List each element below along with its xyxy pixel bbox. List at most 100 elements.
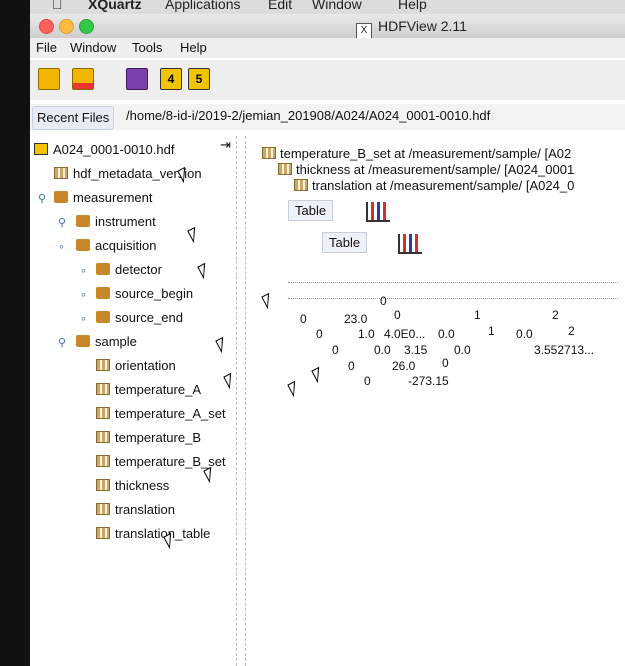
- pane-splitter[interactable]: [236, 136, 246, 666]
- expand-toggle-icon[interactable]: ⚲: [58, 336, 66, 349]
- tree-node[interactable]: translation_table: [96, 526, 210, 544]
- close-window-button[interactable]: [39, 19, 54, 34]
- table-cell[interactable]: 1.0: [358, 327, 375, 341]
- table-menu-tab[interactable]: Table: [322, 232, 368, 253]
- dataset-icon: [96, 407, 110, 419]
- collapse-toggle-icon[interactable]: ∘: [80, 264, 87, 277]
- table-cell[interactable]: -273.15: [408, 374, 449, 388]
- table-cell[interactable]: 0: [300, 312, 307, 326]
- tree-node[interactable]: temperature_A: [96, 382, 201, 400]
- os-menu-applications[interactable]: Applications: [165, 0, 241, 12]
- user-guide-5-icon[interactable]: 5: [188, 68, 210, 90]
- expand-toggle-icon[interactable]: ⚲: [58, 216, 66, 229]
- recent-files-button[interactable]: Recent Files: [32, 106, 115, 130]
- table-cell[interactable]: 0: [394, 308, 401, 322]
- frame-title[interactable]: thickness at /measurement/sample/ [A024_…: [278, 162, 575, 177]
- table-cell[interactable]: 0: [380, 294, 387, 308]
- dataset-icon: [96, 359, 110, 371]
- table-cell[interactable]: 0.0: [438, 327, 455, 341]
- open-file-icon[interactable]: [38, 68, 60, 90]
- app-menubar: File Window Tools Help: [30, 38, 625, 58]
- table-cell[interactable]: 0.0: [374, 343, 391, 357]
- frame-title[interactable]: temperature_B_set at /measurement/sample…: [262, 146, 572, 161]
- table-cell[interactable]: 1: [488, 324, 495, 338]
- window-titlebar: X HDFView 2.11: [30, 14, 625, 39]
- table-cell[interactable]: 2: [552, 308, 559, 322]
- frame-title[interactable]: translation at /measurement/sample/ [A02…: [294, 178, 575, 193]
- dataset-icon: [278, 163, 292, 175]
- zoom-window-button[interactable]: [79, 19, 94, 34]
- expand-toggle-icon[interactable]: ⚲: [38, 192, 46, 205]
- content-area: temperature_B_set at /measurement/sample…: [248, 136, 625, 666]
- tree-node[interactable]: source_end: [96, 310, 183, 328]
- folder-icon: [96, 311, 110, 323]
- table-cell[interactable]: 23.0: [344, 312, 367, 326]
- os-menu-help[interactable]: Help: [398, 0, 427, 12]
- tree-node[interactable]: detector: [96, 262, 162, 280]
- collapse-toggle-icon[interactable]: ∘: [80, 288, 87, 301]
- tree-node-label: source_end: [115, 310, 183, 325]
- collapse-panel-arrow-icon[interactable]: ⇥: [220, 137, 231, 153]
- menu-file[interactable]: File: [36, 40, 57, 55]
- table-gridline: [288, 282, 618, 283]
- tree-node[interactable]: acquisition: [76, 238, 156, 256]
- tree-node-label: temperature_A: [115, 382, 201, 397]
- open-folder-icon[interactable]: [72, 68, 94, 90]
- menu-help[interactable]: Help: [180, 40, 207, 55]
- dataset-icon: [96, 431, 110, 443]
- tree-node[interactable]: instrument: [76, 214, 156, 232]
- minimize-window-button[interactable]: [59, 19, 74, 34]
- os-menu-app[interactable]: XQuartz: [88, 0, 142, 12]
- dataset-icon: [96, 479, 110, 491]
- chart-icon[interactable]: [366, 202, 390, 222]
- table-cell[interactable]: 0: [332, 343, 339, 357]
- os-menu-edit[interactable]: Edit: [268, 0, 292, 12]
- tree-node[interactable]: temperature_A_set: [96, 406, 226, 424]
- collapse-toggle-icon[interactable]: ∘: [80, 312, 87, 325]
- table-cell[interactable]: 0.0: [516, 327, 533, 341]
- menu-tools[interactable]: Tools: [132, 40, 162, 55]
- table-cell[interactable]: 0: [316, 327, 323, 341]
- table-cell[interactable]: 0: [364, 374, 371, 388]
- tree-node[interactable]: source_begin: [96, 286, 193, 304]
- table-cell[interactable]: 0: [442, 356, 449, 370]
- user-guide-4-icon[interactable]: 4: [160, 68, 182, 90]
- table-cell[interactable]: 3.15: [404, 343, 427, 357]
- dataset-icon: [294, 179, 308, 191]
- tree-node[interactable]: thickness: [96, 478, 169, 496]
- menu-window[interactable]: Window: [70, 40, 116, 55]
- chart-icon[interactable]: [398, 234, 422, 254]
- table-cell[interactable]: 3.552713...: [534, 343, 594, 357]
- tree-node-label: measurement: [73, 190, 153, 205]
- toolbar: 4 5: [30, 60, 625, 100]
- collapse-toggle-icon[interactable]: ∘: [58, 240, 65, 253]
- frame-title-text: thickness at /measurement/sample/ [A024_…: [296, 162, 575, 177]
- tree-root-file[interactable]: A024_0001-0010.hdf: [34, 142, 174, 160]
- dataset-icon: [96, 383, 110, 395]
- table-cell[interactable]: 26.0: [392, 359, 415, 373]
- folder-icon: [96, 263, 110, 275]
- table-cell[interactable]: 1: [474, 308, 481, 322]
- os-menubar:  XQuartz Applications Edit Window Help: [30, 0, 625, 14]
- tree-node[interactable]: temperature_B: [96, 430, 201, 448]
- table-gridline: [288, 298, 618, 299]
- table-cell[interactable]: 2: [568, 324, 575, 338]
- table-cell[interactable]: 0.0: [454, 343, 471, 357]
- tree-node[interactable]: measurement: [54, 190, 152, 208]
- hdf-file-icon: [34, 143, 48, 155]
- table-menu-tab[interactable]: Table: [288, 200, 334, 221]
- recent-files-path[interactable]: /home/8-id-i/2019-2/jemian_201908/A024/A…: [126, 108, 490, 123]
- tree-node[interactable]: orientation: [96, 358, 176, 376]
- window-title-text: HDFView 2.11: [378, 18, 467, 34]
- help-book-icon[interactable]: [126, 68, 148, 90]
- tree-node[interactable]: translation: [96, 502, 175, 520]
- folder-icon: [54, 191, 68, 203]
- apple-icon[interactable]: : [52, 0, 63, 12]
- os-menu-window[interactable]: Window: [312, 0, 362, 12]
- table-cell[interactable]: 0: [348, 359, 355, 373]
- tree-node-label: orientation: [115, 358, 176, 373]
- dataset-icon: [262, 147, 276, 159]
- tree-node[interactable]: sample: [76, 334, 137, 352]
- tree-root-label: A024_0001-0010.hdf: [53, 142, 175, 157]
- table-cell[interactable]: 4.0E0...: [384, 327, 425, 341]
